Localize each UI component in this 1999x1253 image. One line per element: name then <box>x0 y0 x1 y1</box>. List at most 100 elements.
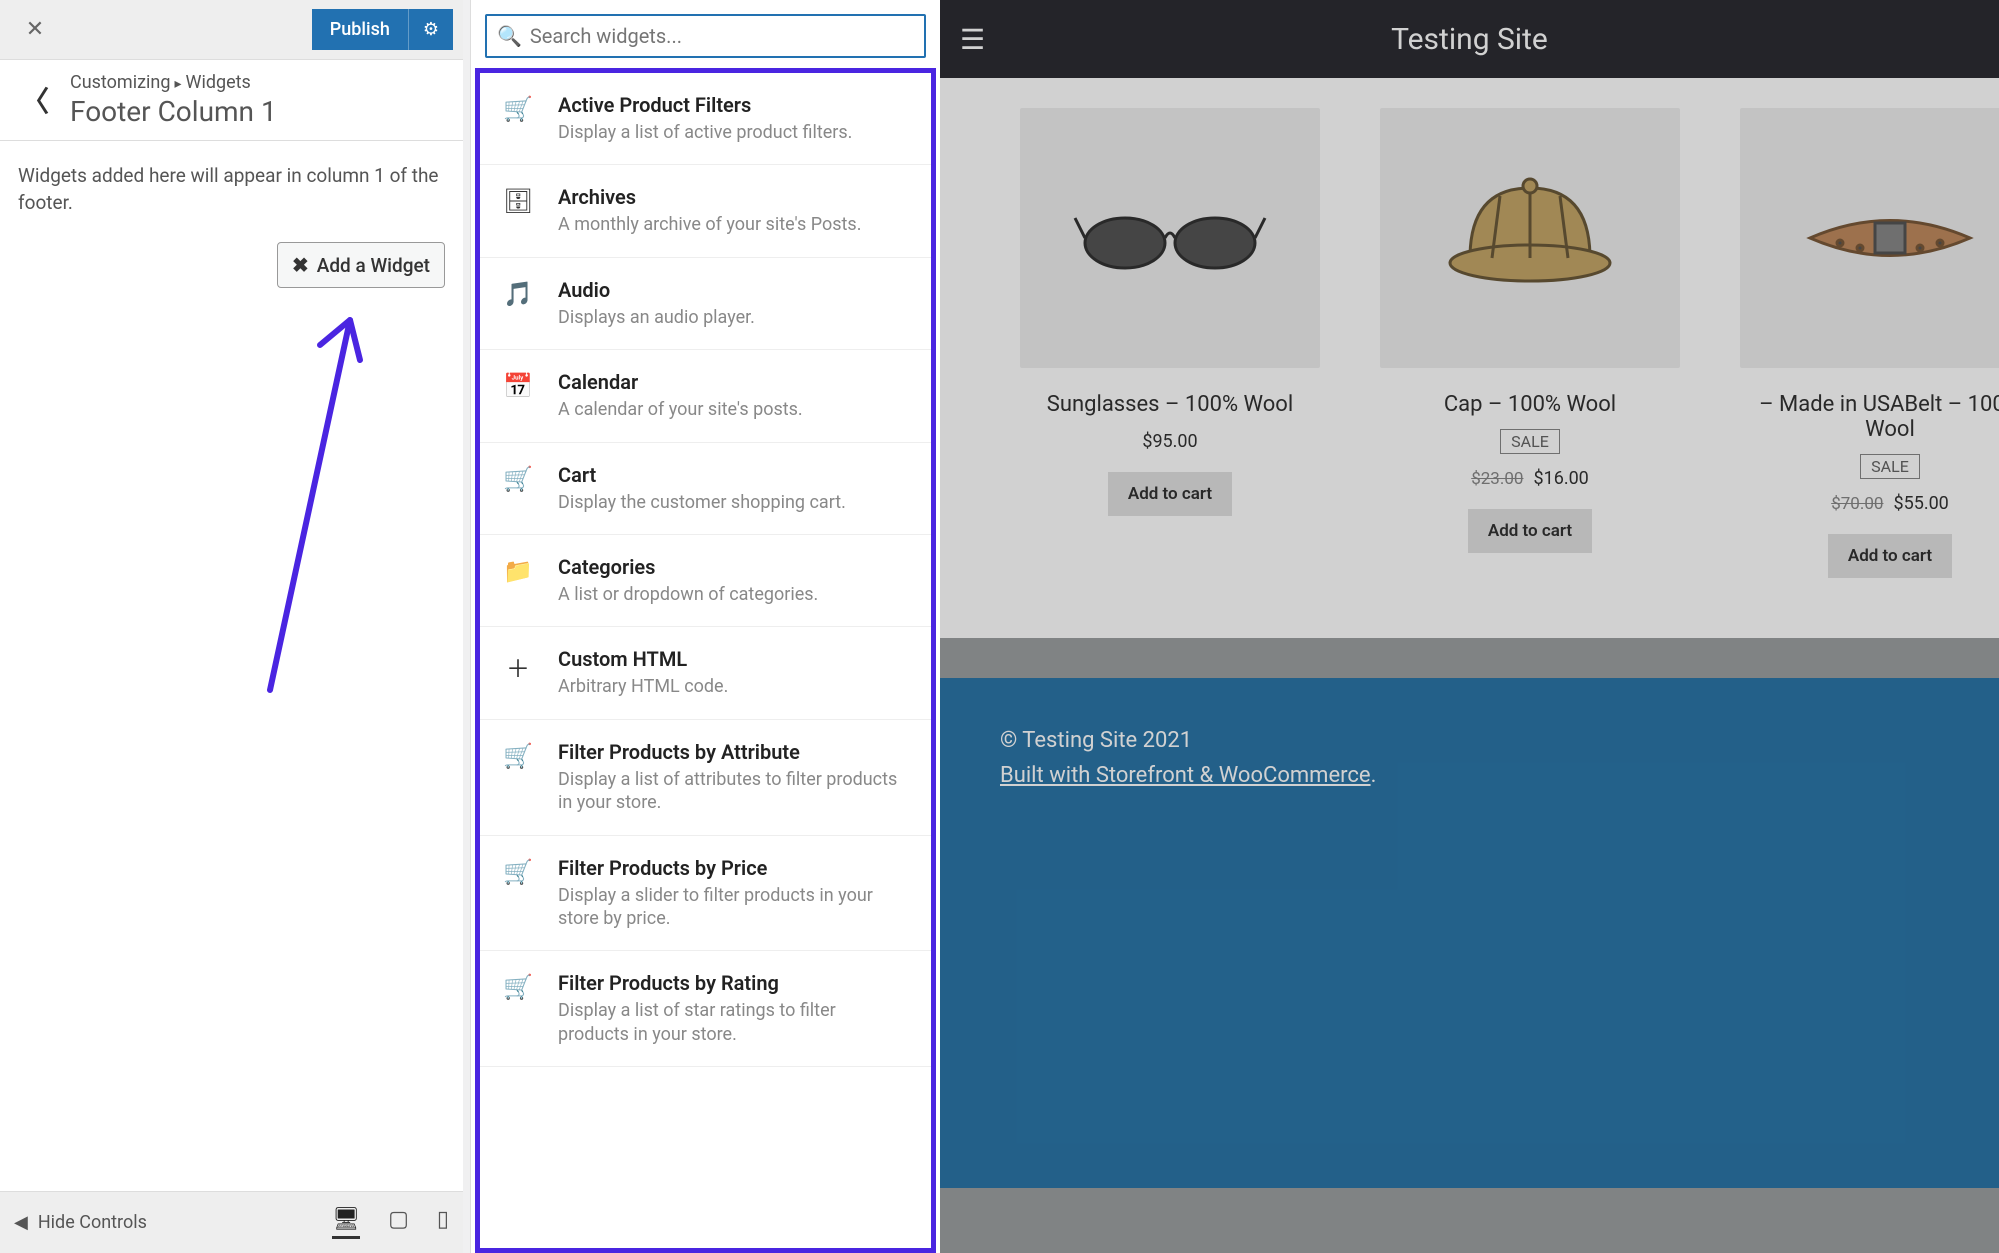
widget-item[interactable]: 🎵 Audio Displays an audio player. <box>480 258 931 350</box>
customizer-title-row: 〈 Customizing▸Widgets Footer Column 1 <box>0 60 463 141</box>
widget-title: Filter Products by Price <box>558 856 909 880</box>
section-title: Footer Column 1 <box>70 95 463 128</box>
tablet-icon[interactable]: ▢ <box>388 1207 409 1239</box>
product-image[interactable] <box>1380 108 1680 368</box>
footer-built-link[interactable]: Built with Storefront & WooCommerce <box>1000 763 1371 788</box>
widget-list: 🛒 Active Product Filters Display a list … <box>475 68 936 1253</box>
widget-title: Calendar <box>558 370 909 394</box>
sale-badge: SALE <box>1500 429 1560 454</box>
widget-text: Categories A list or dropdown of categor… <box>558 555 909 606</box>
widget-item[interactable]: 🛒 Filter Products by Attribute Display a… <box>480 720 931 836</box>
widget-title: Custom HTML <box>558 647 909 671</box>
widget-icon: 📅 <box>502 370 534 421</box>
controls-bar: ◀ Hide Controls 🖥 ▢ ▯ <box>0 1191 463 1253</box>
search-wrap: 🔍 <box>471 0 940 68</box>
footer-built: Built with Storefront & WooCommerce. <box>1000 763 1939 788</box>
search-icon: 🔍 <box>497 24 522 48</box>
widget-item[interactable]: 🛒 Cart Display the customer shopping car… <box>480 443 931 535</box>
widget-item[interactable]: 🛒 Filter Products by Price Display a sli… <box>480 836 931 952</box>
widget-title: Categories <box>558 555 909 579</box>
chevron-left-icon: ◀ <box>14 1212 28 1233</box>
product-card: – Made in USABelt – 100% Wool SALE $70.0… <box>1740 108 1999 578</box>
widget-description: Display a list of attributes to filter p… <box>558 768 909 815</box>
mobile-icon[interactable]: ▯ <box>437 1207 449 1239</box>
hide-controls-button[interactable]: ◀ Hide Controls <box>14 1212 147 1233</box>
customizer-panel: ✕ Publish ⚙ 〈 Customizing▸Widgets Footer… <box>0 0 463 1253</box>
add-to-cart-button[interactable]: Add to cart <box>1828 534 1952 578</box>
widget-icon: 🛒 <box>502 740 534 815</box>
add-widget-row: ✖ Add a Widget <box>18 242 445 288</box>
widget-description: Arbitrary HTML code. <box>558 675 909 698</box>
product-card: Sunglasses – 100% Wool $95.00 Add to car… <box>1020 108 1320 578</box>
preview-footer: © Testing Site 2021 Built with Storefron… <box>940 678 1999 1188</box>
preview-header: ☰ Testing Site <box>940 0 1999 78</box>
widget-item[interactable]: 📅 Calendar A calendar of your site's pos… <box>480 350 931 442</box>
widget-description: A list or dropdown of categories. <box>558 583 909 606</box>
widget-description: Display a slider to filter products in y… <box>558 884 909 931</box>
product-price: $70.00$55.00 <box>1831 493 1949 514</box>
widget-text: Filter Products by Attribute Display a l… <box>558 740 909 815</box>
widget-description: Display a list of star ratings to filter… <box>558 999 909 1046</box>
product-title[interactable]: Sunglasses – 100% Wool <box>1047 392 1293 417</box>
product-card: Cap – 100% Wool SALE $23.00$16.00 Add to… <box>1380 108 1680 578</box>
product-image[interactable] <box>1020 108 1320 368</box>
widget-icon: 🛒 <box>502 463 534 514</box>
menu-icon[interactable]: ☰ <box>960 23 985 56</box>
footer-copyright: © Testing Site 2021 <box>1000 728 1939 753</box>
widget-title: Cart <box>558 463 909 487</box>
widget-icon: 🛒 <box>502 93 534 144</box>
widget-text: Active Product Filters Display a list of… <box>558 93 909 144</box>
breadcrumb-current: Widgets <box>185 72 250 93</box>
product-price: $95.00 <box>1142 431 1197 452</box>
add-widget-button[interactable]: ✖ Add a Widget <box>277 242 445 288</box>
publish-group: Publish ⚙ <box>312 9 453 50</box>
widget-text: Filter Products by Price Display a slide… <box>558 856 909 931</box>
product-title[interactable]: – Made in USABelt – 100% Wool <box>1740 392 1999 442</box>
widget-text: Archives A monthly archive of your site'… <box>558 185 909 236</box>
widget-title: Archives <box>558 185 909 209</box>
publish-button[interactable]: Publish <box>312 9 408 50</box>
desktop-icon[interactable]: 🖥 <box>332 1207 360 1239</box>
widget-icon: 📁 <box>502 555 534 606</box>
add-to-cart-button[interactable]: Add to cart <box>1468 509 1592 553</box>
widget-title: Filter Products by Attribute <box>558 740 909 764</box>
widget-text: Custom HTML Arbitrary HTML code. <box>558 647 909 698</box>
widget-item[interactable]: 🛒 Active Product Filters Display a list … <box>480 73 931 165</box>
widget-item[interactable]: 📁 Categories A list or dropdown of categ… <box>480 535 931 627</box>
widget-title: Audio <box>558 278 909 302</box>
widget-description: Display a list of active product filters… <box>558 121 909 144</box>
widget-item[interactable]: 🗄 Archives A monthly archive of your sit… <box>480 165 931 257</box>
search-input[interactable] <box>530 24 914 48</box>
original-price: $23.00 <box>1471 469 1523 489</box>
widget-icon: 🛒 <box>502 971 534 1046</box>
add-widget-label: Add a Widget <box>317 254 430 277</box>
widget-item[interactable]: 🛒 Filter Products by Rating Display a li… <box>480 951 931 1067</box>
product-image[interactable] <box>1740 108 1999 368</box>
customizer-body: Widgets added here will appear in column… <box>0 141 463 310</box>
customizer-header: ✕ Publish ⚙ <box>0 0 463 60</box>
widget-text: Calendar A calendar of your site's posts… <box>558 370 909 421</box>
widget-item[interactable]: ＋ Custom HTML Arbitrary HTML code. <box>480 627 931 719</box>
search-box[interactable]: 🔍 <box>485 14 926 58</box>
section-description: Widgets added here will appear in column… <box>18 163 445 216</box>
widget-title: Filter Products by Rating <box>558 971 909 995</box>
chevron-right-icon: ▸ <box>174 76 181 92</box>
site-title: Testing Site <box>1391 22 1548 57</box>
widget-description: A monthly archive of your site's Posts. <box>558 213 909 236</box>
widget-picker-panel: 🔍 🛒 Active Product Filters Display a lis… <box>470 0 940 1253</box>
product-title[interactable]: Cap – 100% Wool <box>1444 392 1616 417</box>
close-icon[interactable]: ✕ <box>10 0 60 60</box>
widget-icon: 🛒 <box>502 856 534 931</box>
original-price: $70.00 <box>1831 494 1883 514</box>
widget-description: Display the customer shopping cart. <box>558 491 909 514</box>
back-icon[interactable]: 〈 <box>0 80 70 120</box>
widget-title: Active Product Filters <box>558 93 909 117</box>
add-to-cart-button[interactable]: Add to cart <box>1108 472 1232 516</box>
widget-text: Cart Display the customer shopping cart. <box>558 463 909 514</box>
widget-text: Filter Products by Rating Display a list… <box>558 971 909 1046</box>
widget-icon: 🎵 <box>502 278 534 329</box>
customizer-title-text: Customizing▸Widgets Footer Column 1 <box>70 72 463 128</box>
device-toggles: 🖥 ▢ ▯ <box>332 1207 449 1239</box>
close-icon: ✖ <box>292 253 309 277</box>
gear-icon[interactable]: ⚙ <box>408 9 453 50</box>
